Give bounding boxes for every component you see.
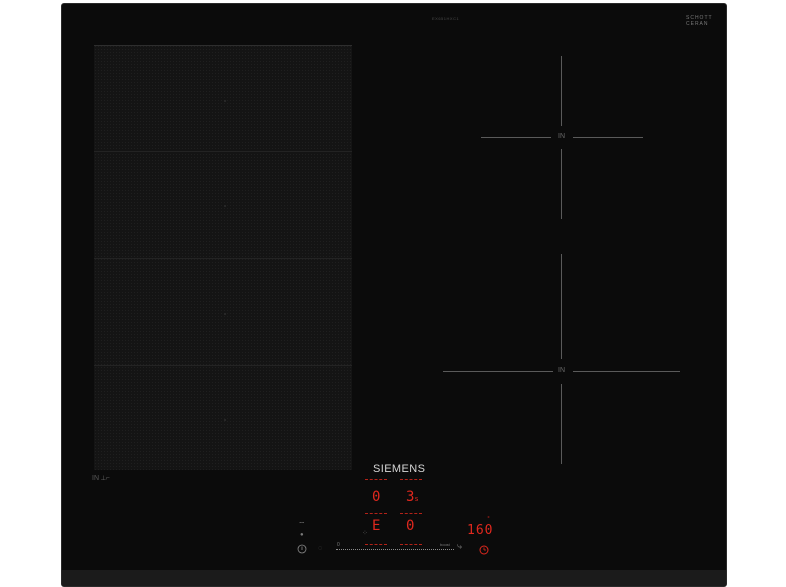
zone-marker-line xyxy=(561,56,562,126)
zone2-power-display[interactable]: 3s xyxy=(406,489,419,505)
zone-separator xyxy=(94,151,352,152)
zone-center-marker xyxy=(224,313,226,315)
zone-center-marker xyxy=(224,205,226,207)
child-lock-icon[interactable]: ◌ xyxy=(318,545,322,552)
zone-label-right-top: IN xyxy=(558,133,565,140)
indicator-dash xyxy=(400,513,422,515)
zone-center-marker xyxy=(224,419,226,421)
zone-marker-line xyxy=(561,384,562,464)
zone-separator xyxy=(94,365,352,366)
indicator-dash xyxy=(365,544,387,546)
brand-logo: SIEMENS xyxy=(373,463,426,475)
zone-marker-line xyxy=(481,137,551,138)
pan-icon[interactable]: ⤷ xyxy=(457,541,462,552)
timer-icon[interactable] xyxy=(479,545,489,557)
zone-marker-line xyxy=(573,371,680,372)
zone1-power-display[interactable]: 0 xyxy=(372,489,380,505)
menu-icon[interactable]: ⁘ xyxy=(362,529,368,537)
zone4-power-display[interactable]: 0 xyxy=(406,518,414,534)
induction-hob: EX651HXC1 SCHOTT CERAN IN ⟂⌐ IN IN SIEMEN… xyxy=(61,3,727,587)
zone-separator xyxy=(94,258,352,259)
temperature-indicator: ° xyxy=(487,516,491,522)
zone-marker-line xyxy=(443,371,553,372)
power-slider[interactable] xyxy=(336,549,454,551)
indicator-dash xyxy=(365,479,387,481)
flex-cooking-zone[interactable] xyxy=(94,45,352,470)
zone-center-marker xyxy=(224,100,226,102)
power-icon[interactable] xyxy=(297,544,307,556)
lock-icon[interactable]: ● xyxy=(300,532,304,538)
timer-icon-glyph xyxy=(479,545,489,555)
wifi-icon[interactable]: ⌔ xyxy=(298,520,306,530)
hob-frame xyxy=(62,570,726,586)
zone-marker-line xyxy=(561,254,562,359)
zone3-power-display[interactable]: E xyxy=(372,518,380,534)
schott-ceran-logo: SCHOTT CERAN xyxy=(686,15,713,27)
indicator-dash xyxy=(400,544,422,546)
flex-zone-label: IN ⟂⌐ xyxy=(92,475,110,482)
zone-marker-line xyxy=(561,149,562,219)
model-number: EX651HXC1 xyxy=(432,16,460,21)
temperature-display: 160 xyxy=(467,523,494,538)
indicator-dash xyxy=(365,513,387,515)
power-icon-glyph xyxy=(297,544,307,554)
zone-label-right-bottom: IN xyxy=(558,367,565,374)
boost-button[interactable]: boost xyxy=(440,542,450,547)
slider-min-label: 0 xyxy=(337,542,340,548)
indicator-dash xyxy=(400,479,422,481)
zone-marker-line xyxy=(573,137,643,138)
